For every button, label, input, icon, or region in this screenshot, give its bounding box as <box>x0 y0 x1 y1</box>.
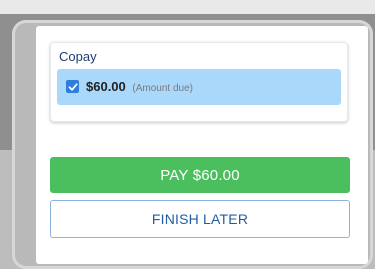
copay-card: Copay $60.00 (Amount due) <box>50 42 348 122</box>
top-background-bar <box>0 0 375 14</box>
copay-amount-option[interactable]: $60.00 (Amount due) <box>57 69 341 105</box>
checkmark-icon <box>68 82 78 91</box>
copay-amount-note: (Amount due) <box>132 83 193 94</box>
copay-amount-value: $60.00 <box>86 79 126 94</box>
copay-title: Copay <box>59 49 97 64</box>
pay-button[interactable]: PAY $60.00 <box>50 157 350 193</box>
finish-later-button[interactable]: FINISH LATER <box>50 200 350 238</box>
copay-checkbox[interactable] <box>66 80 79 93</box>
payment-screen: Copay $60.00 (Amount due) PAY $60.00 FIN… <box>36 26 368 264</box>
copay-amount-text: $60.00 (Amount due) <box>86 79 193 94</box>
